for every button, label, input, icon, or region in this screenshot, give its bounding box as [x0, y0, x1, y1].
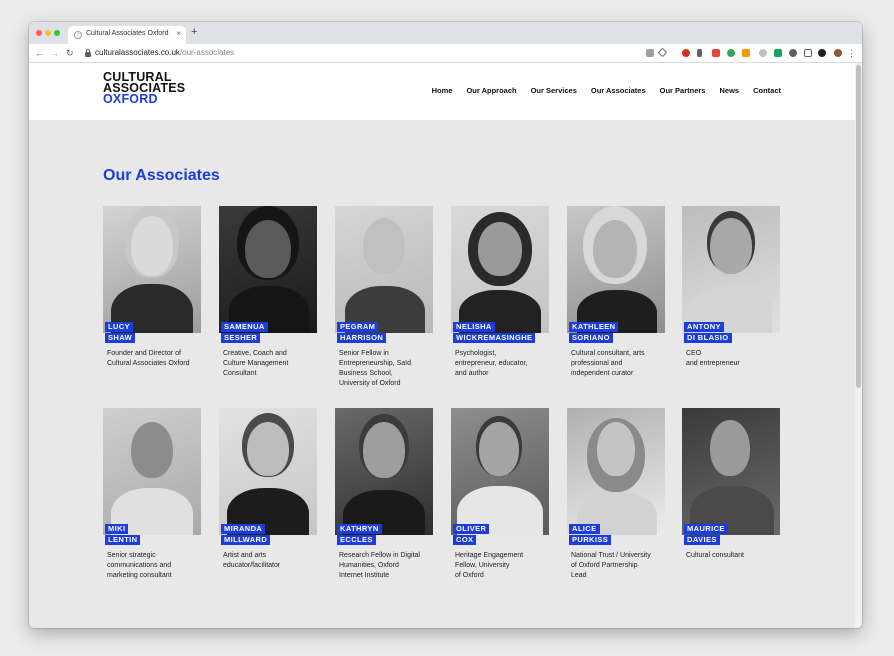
associate-first-name: LUCY	[105, 322, 134, 332]
reload-button[interactable]: ↻	[66, 47, 74, 59]
associate-photo	[103, 408, 201, 535]
associate-photo	[451, 206, 549, 333]
associate-first-name: MAURICE	[684, 524, 728, 534]
translate-icon[interactable]	[646, 49, 654, 57]
associate-first-name: MIKI	[105, 524, 129, 534]
info-icon: i	[74, 31, 82, 39]
grammarly-extension-icon[interactable]	[727, 49, 735, 57]
associate-photo	[219, 206, 317, 333]
new-tab-button[interactable]: +	[191, 25, 197, 39]
nav-our-approach[interactable]: Our Approach	[466, 86, 516, 95]
menu-kebab-icon[interactable]: ⋮	[847, 47, 856, 59]
pocket-extension-icon[interactable]	[712, 49, 720, 57]
page-title: Our Associates	[103, 167, 220, 184]
scrollbar-thumb[interactable]	[856, 65, 861, 388]
associate-first-name: ALICE	[569, 524, 600, 534]
associate-first-name: SAMENUA	[221, 322, 268, 332]
circle-extension-icon[interactable]	[759, 49, 767, 57]
adblock-extension-icon[interactable]	[682, 49, 690, 57]
associate-last-name: SESHER	[221, 333, 261, 343]
browser-window: i Cultural Associates Oxford × + ← → ↻ c…	[29, 22, 862, 628]
main-nav: Home Our Approach Our Services Our Assoc…	[432, 86, 781, 95]
site-logo[interactable]: CULTURAL ASSOCIATES OXFORD	[103, 71, 185, 106]
nav-our-associates[interactable]: Our Associates	[591, 86, 646, 95]
maximize-window-button[interactable]	[54, 30, 60, 36]
close-window-button[interactable]	[36, 30, 42, 36]
scrollbar[interactable]	[855, 63, 862, 628]
associate-role: Heritage Engagement Fellow, University o…	[455, 552, 524, 579]
screenshot-extension-icon[interactable]	[804, 49, 812, 57]
associate-photo	[335, 206, 433, 333]
associate-photo	[103, 206, 201, 333]
associate-role: Artist and arts educator/facilitator	[223, 552, 281, 569]
address-bar[interactable]: culturalassociates.co.uk/our-associates	[95, 48, 234, 57]
associate-last-name: COX	[453, 535, 477, 545]
nav-our-services[interactable]: Our Services	[531, 86, 577, 95]
associate-last-name: ECCLES	[337, 535, 376, 545]
associate-last-name: PURKISS	[569, 535, 612, 545]
dark-extension-icon[interactable]	[818, 49, 826, 57]
associate-last-name: HARRISON	[337, 333, 387, 343]
associate-last-name: SHAW	[105, 333, 136, 343]
tab-bar: i Cultural Associates Oxford × +	[29, 22, 862, 44]
page-viewport: CULTURAL ASSOCIATES OXFORD Home Our Appr…	[29, 63, 855, 628]
forward-button[interactable]: →	[50, 47, 59, 59]
profile-avatar[interactable]	[834, 49, 842, 57]
associate-role: Founder and Director of Cultural Associa…	[107, 350, 190, 367]
back-button[interactable]: ←	[35, 47, 44, 59]
associate-first-name: ANTONY	[684, 322, 724, 332]
associate-role: Research Fellow in Digital Humanities, O…	[339, 552, 420, 579]
associate-first-name: KATHLEEN	[569, 322, 619, 332]
tab-title: Cultural Associates Oxford	[86, 30, 169, 37]
associate-photo	[682, 206, 780, 333]
associate-photo	[451, 408, 549, 535]
associate-first-name: NELISHA	[453, 322, 495, 332]
associate-photo	[567, 408, 665, 535]
nav-our-partners[interactable]: Our Partners	[660, 86, 706, 95]
minimize-window-button[interactable]	[45, 30, 51, 36]
associate-role: Psychologist, entrepreneur, educator, an…	[455, 350, 528, 377]
associate-last-name: LENTIN	[105, 535, 141, 545]
tab-close-button[interactable]: ×	[176, 29, 181, 38]
associate-photo	[682, 408, 780, 535]
associate-first-name: KATHRYN	[337, 524, 382, 534]
phone-extension-icon[interactable]	[697, 49, 702, 57]
associate-role: Cultural consultant	[686, 552, 744, 559]
nav-news[interactable]: News	[719, 86, 739, 95]
associate-last-name: SORIANO	[569, 333, 613, 343]
fox-extension-icon[interactable]	[742, 49, 750, 57]
associate-last-name: DAVIES	[684, 535, 720, 545]
associate-role: Cultural consultant, arts professional a…	[571, 350, 645, 377]
associate-first-name: PEGRAM	[337, 322, 379, 332]
associate-last-name: MILLWARD	[221, 535, 271, 545]
site-header: CULTURAL ASSOCIATES OXFORD Home Our Appr…	[29, 63, 855, 120]
url-domain: culturalassociates.co.uk	[95, 48, 180, 57]
logo-line-3: OXFORD	[103, 92, 158, 106]
associate-last-name: WICKREMASINGHE	[453, 333, 536, 343]
associate-photo	[335, 408, 433, 535]
associate-first-name: OLIVER	[453, 524, 490, 534]
associate-role: Senior strategic communications and mark…	[107, 552, 172, 579]
nav-contact[interactable]: Contact	[753, 86, 781, 95]
associate-photo	[567, 206, 665, 333]
associate-role: Creative, Coach and Culture Management C…	[223, 350, 289, 377]
associate-role: Senior Fellow in Entrepreneurship, Saïd …	[339, 350, 411, 387]
associate-role: CEO and entrepreneur	[686, 350, 740, 367]
associate-role: National Trust / University of Oxford Pa…	[571, 552, 651, 579]
nav-home[interactable]: Home	[432, 86, 453, 95]
browser-toolbar: ← → ↻ culturalassociates.co.uk/our-assoc…	[29, 44, 862, 63]
associate-first-name: MIRANDA	[221, 524, 266, 534]
url-path: /our-associates	[179, 48, 235, 57]
shield-extension-icon[interactable]	[774, 49, 782, 57]
lock-icon[interactable]	[85, 49, 91, 57]
bookmark-star-icon[interactable]	[657, 47, 668, 58]
associate-last-name: DI BLASIO	[684, 333, 732, 343]
clock-extension-icon[interactable]	[789, 49, 797, 57]
associate-photo	[219, 408, 317, 535]
browser-tab[interactable]: i Cultural Associates Oxford ×	[68, 26, 186, 44]
